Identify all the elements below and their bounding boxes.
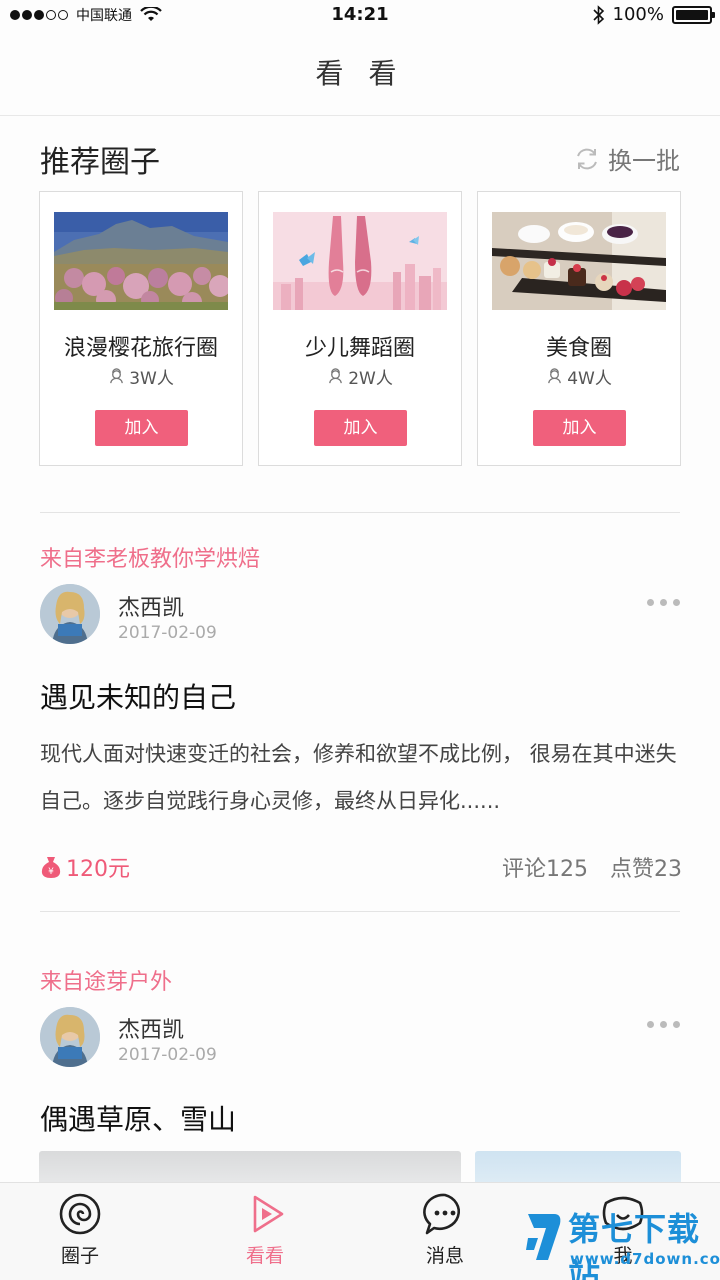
author-name[interactable]: 杰西凯 [118, 590, 184, 622]
money-bag-icon: ¥ [41, 857, 61, 878]
members-icon [329, 368, 343, 384]
watermark-text: 第七下载站 [568, 1210, 701, 1280]
watermark: 第七下载站 www.d7down.com [524, 1200, 720, 1280]
reward-amount: ¥ 120元 [40, 851, 130, 883]
tab-watch[interactable]: 看看 [220, 1191, 310, 1268]
circle-name: 浪漫樱花旅行圈 [63, 336, 218, 361]
post-title[interactable]: 偶遇草原、雪山 [40, 1098, 236, 1138]
status-bar: 中国联通 14:21 100% [0, 0, 720, 30]
refresh-label: 换一批 [608, 147, 680, 175]
status-right: 100% [592, 4, 715, 25]
circle-card[interactable]: 浪漫樱花旅行圈 3W人 加入 [39, 191, 243, 466]
nav-header: 看 看 [0, 30, 720, 116]
join-button[interactable]: 加入 [533, 410, 626, 446]
like-count[interactable]: 点赞23 [610, 851, 682, 883]
circle-image-dance [273, 212, 447, 310]
tab-circles[interactable]: 圈子 [35, 1191, 125, 1268]
post-body[interactable]: 现代人面对快速变迁的社会，修养和欲望不成比例， 很易在其中迷失自己。逐步自觉践行… [40, 731, 685, 825]
circle-members-count: 4W人 [567, 369, 612, 389]
tab-label: 看看 [245, 1245, 284, 1267]
post-source[interactable]: 来自途芽户外 [40, 964, 172, 996]
battery-icon [672, 5, 715, 24]
circle-members: 3W人 [40, 364, 242, 389]
more-options-button[interactable] [647, 599, 680, 606]
circle-members: 2W人 [259, 364, 461, 389]
chat-bubble-icon [423, 1193, 461, 1235]
refresh-button[interactable]: 换一批 [574, 141, 680, 176]
circle-name: 少儿舞蹈圈 [304, 336, 415, 361]
circle-members-count: 2W人 [348, 369, 393, 389]
tab-messages[interactable]: 消息 [400, 1191, 490, 1268]
circle-image-food [492, 212, 666, 310]
post-stats: 评论125 点赞23 [502, 851, 682, 883]
circle-card[interactable]: 美食圈 4W人 加入 [477, 191, 681, 466]
page-title: 看 看 [315, 57, 405, 90]
post-card[interactable]: 来自途芽户外 杰西凯 2017-02-09 偶遇草原、雪山 [0, 912, 720, 1191]
post-source[interactable]: 来自李老板教你学烘焙 [40, 541, 260, 573]
tab-label: 圈子 [60, 1245, 99, 1267]
recommend-section: 推荐圈子 换一批 浪漫樱花旅行圈 3W人 加入 少儿舞蹈圈 2W人 加入 美食圈… [0, 117, 720, 513]
avatar[interactable] [40, 1007, 100, 1067]
comment-count[interactable]: 评论125 [502, 851, 588, 883]
circle-members-count: 3W人 [129, 369, 174, 389]
tab-label: 消息 [425, 1245, 464, 1267]
battery-percent: 100% [612, 4, 664, 25]
circle-card[interactable]: 少儿舞蹈圈 2W人 加入 [258, 191, 462, 466]
refresh-icon [577, 148, 597, 169]
members-icon [110, 368, 124, 384]
post-card[interactable]: 来自李老板教你学烘焙 杰西凯 2017-02-09 遇见未知的自己 现代人面对快… [0, 513, 720, 911]
circle-name: 美食圈 [545, 336, 612, 361]
avatar[interactable] [40, 584, 100, 644]
join-button[interactable]: 加入 [95, 410, 188, 446]
play-icon [253, 1195, 284, 1233]
circle-swirl-icon [59, 1193, 101, 1235]
circle-cards: 浪漫樱花旅行圈 3W人 加入 少儿舞蹈圈 2W人 加入 美食圈 4W人 加入 [39, 191, 681, 466]
post-title[interactable]: 遇见未知的自己 [40, 676, 236, 716]
reward-text: 120元 [66, 857, 130, 882]
circle-members: 4W人 [478, 364, 680, 389]
join-button[interactable]: 加入 [314, 410, 407, 446]
bluetooth-icon [592, 4, 604, 25]
members-icon [548, 368, 562, 384]
recommend-title: 推荐圈子 [40, 145, 160, 180]
post-date: 2017-02-09 [118, 623, 217, 643]
more-options-button[interactable] [647, 1021, 680, 1028]
d7-logo-icon [526, 1214, 561, 1260]
author-name[interactable]: 杰西凯 [118, 1012, 184, 1044]
svg-text:¥: ¥ [48, 867, 54, 877]
watermark-url: www.d7down.com [570, 1250, 720, 1268]
circle-image-sakura [54, 212, 228, 310]
post-date: 2017-02-09 [118, 1045, 217, 1065]
